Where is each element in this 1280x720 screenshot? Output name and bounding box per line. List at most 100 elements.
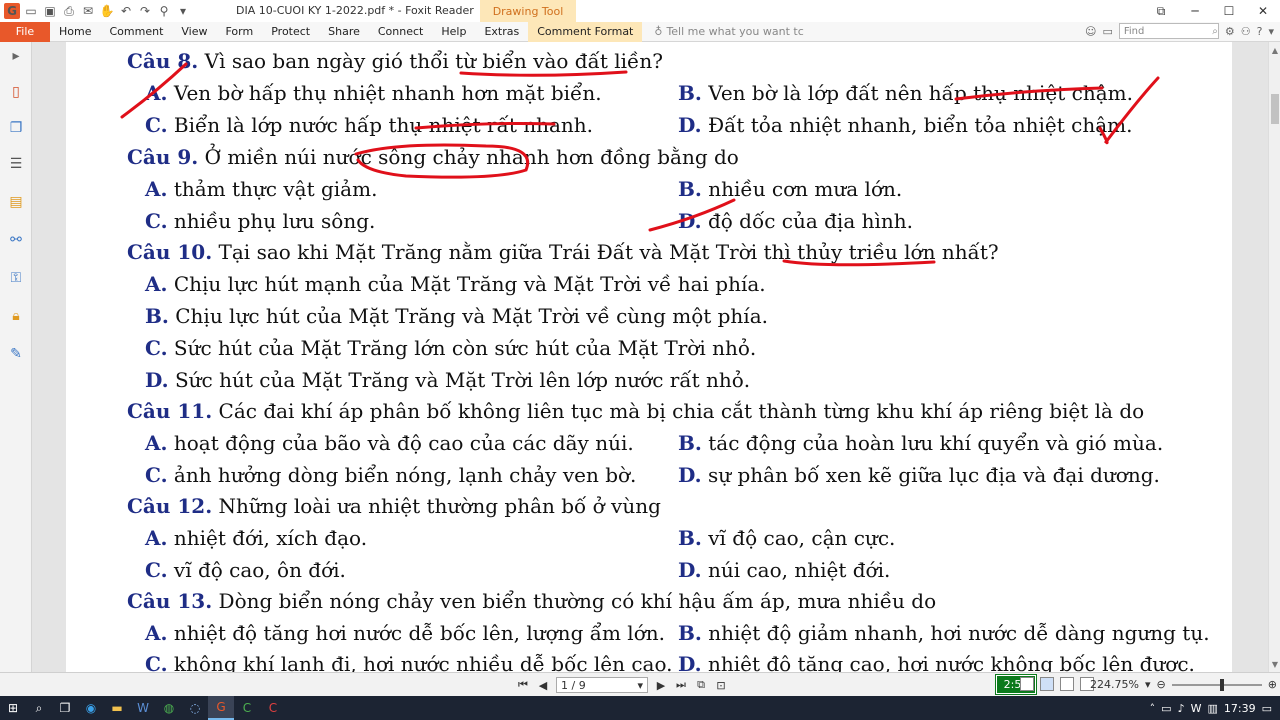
undo-icon[interactable]: ↶ bbox=[118, 3, 134, 19]
previous-page-icon[interactable]: ◀ bbox=[536, 679, 550, 692]
open-folder-icon[interactable]: ▭ bbox=[23, 3, 39, 19]
more-icon[interactable]: ▾ bbox=[1268, 25, 1274, 38]
single-page-view-icon[interactable] bbox=[1020, 677, 1034, 691]
tab-connect[interactable]: Connect bbox=[369, 22, 432, 42]
answer-option: C. Sức hút của Mặt Trăng lớn còn sức hút… bbox=[145, 336, 756, 360]
contextual-tab-drawing-tool[interactable]: Drawing Tool bbox=[480, 0, 576, 22]
dropdown-arrow-icon[interactable]: ▾ bbox=[175, 3, 191, 19]
help-icon[interactable]: ? bbox=[1257, 25, 1263, 38]
answer-option: B. vĩ độ cao, cận cực. bbox=[678, 526, 895, 550]
redo-icon[interactable]: ↷ bbox=[137, 3, 153, 19]
volume-icon[interactable]: ♪ bbox=[1178, 702, 1185, 715]
word-tray-icon[interactable]: W bbox=[1191, 702, 1202, 715]
ribbon-menu: File Home Comment View Form Protect Shar… bbox=[0, 21, 1280, 42]
vertical-scrollbar[interactable]: ▲ ▼ bbox=[1268, 42, 1280, 672]
hand-tool-icon[interactable]: ✋ bbox=[99, 3, 115, 19]
facing-view-icon[interactable] bbox=[1060, 677, 1074, 691]
network-icon[interactable]: ▭ bbox=[1161, 702, 1171, 715]
zoom-dropdown-icon[interactable]: ▾ bbox=[1145, 678, 1151, 691]
stamp-icon[interactable]: ⚲ bbox=[156, 3, 172, 19]
windows-start-icon[interactable]: ⊞ bbox=[0, 696, 26, 720]
continuous-view-icon[interactable] bbox=[1040, 677, 1054, 691]
option-label: B. bbox=[145, 304, 169, 328]
attachments-icon[interactable]: ⚯ bbox=[6, 230, 26, 250]
copy-view-icon[interactable]: ⧉ bbox=[694, 678, 708, 692]
option-label: C. bbox=[145, 113, 168, 137]
tab-extras[interactable]: Extras bbox=[475, 22, 528, 42]
file-menu-button[interactable]: File bbox=[0, 21, 50, 42]
zoom-slider[interactable] bbox=[1171, 678, 1262, 691]
maximize-button[interactable]: ☐ bbox=[1212, 0, 1246, 22]
file-explorer-icon[interactable]: ▬ bbox=[104, 696, 130, 720]
zoom-in-icon[interactable]: ⊕ bbox=[1268, 678, 1277, 691]
scroll-down-icon[interactable]: ▼ bbox=[1269, 658, 1280, 670]
restore-ribbon-icon[interactable]: ⧉ bbox=[1144, 0, 1178, 22]
zoom-slider-handle[interactable] bbox=[1219, 678, 1224, 691]
tell-me-search[interactable]: ♁ Tell me what you want tc bbox=[654, 25, 803, 38]
save-icon[interactable]: ▣ bbox=[42, 3, 58, 19]
question-12: Câu 12. Những loài ưa nhiệt thường phân … bbox=[127, 494, 661, 518]
minimize-button[interactable]: ─ bbox=[1178, 0, 1212, 22]
tab-home[interactable]: Home bbox=[50, 22, 100, 42]
notification-icon[interactable]: ▭ bbox=[1262, 702, 1272, 715]
camtasia-icon[interactable]: C bbox=[234, 696, 260, 720]
tools-icon[interactable]: ✎ bbox=[6, 344, 26, 364]
signatures-icon[interactable]: ⚿ bbox=[6, 268, 26, 288]
email-icon[interactable]: ✉ bbox=[80, 3, 96, 19]
pages-icon[interactable]: ❐ bbox=[6, 118, 26, 138]
tab-help[interactable]: Help bbox=[432, 22, 475, 42]
expand-panel-icon[interactable]: ▸ bbox=[6, 46, 26, 66]
foxit-taskbar-icon[interactable]: G bbox=[208, 696, 234, 720]
last-page-icon[interactable]: ⏭ bbox=[674, 678, 688, 692]
scroll-up-icon[interactable]: ▲ bbox=[1269, 44, 1280, 56]
option-label: A. bbox=[145, 621, 168, 645]
option-label: A. bbox=[145, 81, 168, 105]
find-search-icon[interactable]: ⌕ bbox=[1212, 26, 1218, 37]
answer-option: B. Chịu lực hút của Mặt Trăng và Mặt Trờ… bbox=[145, 304, 768, 328]
user-icon[interactable]: ⚇ bbox=[1241, 25, 1251, 38]
option-label: B. bbox=[678, 81, 702, 105]
zoom-out-icon[interactable]: ⊖ bbox=[1156, 678, 1165, 691]
word-icon[interactable]: W bbox=[130, 696, 156, 720]
close-button[interactable]: ✕ bbox=[1246, 0, 1280, 22]
keyboard-icon[interactable]: ▥ bbox=[1207, 702, 1217, 715]
first-page-icon[interactable]: ⏮ bbox=[516, 678, 530, 692]
recorder-icon[interactable]: C bbox=[260, 696, 286, 720]
emoji-icon[interactable]: ☺ bbox=[1085, 25, 1096, 38]
folder-icon[interactable]: ▭ bbox=[1102, 25, 1112, 38]
app-green-icon[interactable]: ◍ bbox=[156, 696, 182, 720]
taskbar-clock[interactable]: 17:39 bbox=[1224, 702, 1256, 715]
tab-view[interactable]: View bbox=[172, 22, 216, 42]
option-text: Ven bờ hấp thụ nhiệt nhanh hơn mặt biển. bbox=[173, 81, 602, 105]
scroll-thumb[interactable] bbox=[1271, 94, 1279, 124]
next-page-icon[interactable]: ▶ bbox=[654, 679, 668, 692]
zoom-level[interactable]: 224.75% bbox=[1090, 678, 1139, 691]
tab-share[interactable]: Share bbox=[319, 22, 369, 42]
show-hidden-icons-icon[interactable]: ˄ bbox=[1150, 702, 1156, 715]
search-icon[interactable]: ⌕ bbox=[26, 696, 52, 720]
tab-protect[interactable]: Protect bbox=[262, 22, 319, 42]
option-label: D. bbox=[678, 463, 702, 487]
option-label: C. bbox=[145, 336, 168, 360]
find-input[interactable]: Find ⌕ bbox=[1118, 23, 1219, 39]
task-view-icon[interactable]: ❐ bbox=[52, 696, 78, 720]
option-text: núi cao, nhiệt đới. bbox=[707, 558, 891, 582]
option-label: D. bbox=[678, 652, 702, 672]
security-lock-icon[interactable]: 🔒︎ bbox=[6, 306, 26, 326]
tab-comment[interactable]: Comment bbox=[100, 22, 172, 42]
bookmarks-icon[interactable]: ▯ bbox=[6, 82, 26, 102]
page-indicator: 1 / 9 bbox=[561, 678, 586, 692]
chevron-down-icon[interactable]: ▾ bbox=[637, 679, 643, 692]
comments-icon[interactable]: ▤ bbox=[6, 192, 26, 212]
settings-gear-icon[interactable]: ⚙ bbox=[1225, 25, 1235, 38]
layers-icon[interactable]: ☰ bbox=[6, 154, 26, 174]
pdf-page[interactable]: Câu 8. Vì sao ban ngày gió thổi từ biển … bbox=[66, 42, 1232, 672]
tab-form[interactable]: Form bbox=[217, 22, 263, 42]
fit-view-icon[interactable]: ⊡ bbox=[714, 679, 728, 692]
page-number-input[interactable]: 1 / 9 ▾ bbox=[556, 677, 648, 693]
tab-comment-format[interactable]: Comment Format bbox=[528, 21, 643, 42]
print-icon[interactable]: ⎙ bbox=[61, 3, 77, 19]
edge-browser-icon[interactable]: ◉ bbox=[78, 696, 104, 720]
option-label: B. bbox=[678, 431, 702, 455]
zalo-icon[interactable]: ◌ bbox=[182, 696, 208, 720]
